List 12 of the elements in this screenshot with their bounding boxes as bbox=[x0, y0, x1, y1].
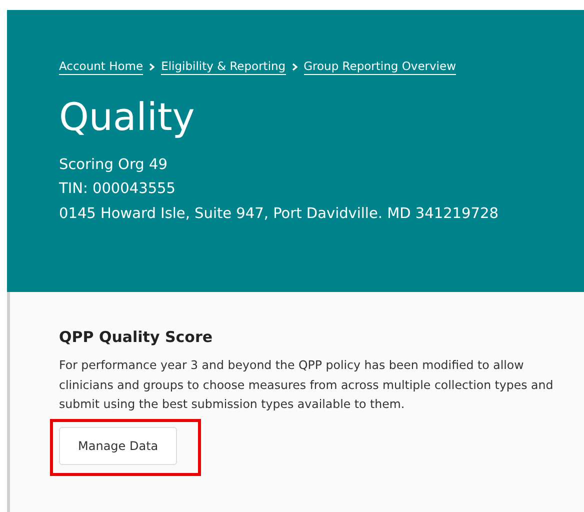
org-detail: TIN: 000043555 bbox=[59, 180, 177, 200]
chevron-icon bbox=[292, 63, 298, 71]
page-title: Quality bbox=[59, 97, 196, 139]
org-detail: 0145 Howard Isle, Suite 947, Port Davidville. MD 341219728 bbox=[59, 204, 500, 224]
chevron-icon bbox=[149, 63, 156, 71]
breadcrumb-link[interactable]: Eligibility & Reporting bbox=[161, 59, 286, 75]
manage-data-button[interactable]: Manage Data bbox=[59, 426, 178, 464]
breadcrumb-link[interactable]: Group Reporting Overview bbox=[304, 59, 456, 75]
breadcrumb-link[interactable]: Account Home bbox=[59, 59, 144, 75]
section-description: For performance year 3 and beyond the QPP policy has been modified to allow clinicians and groups to choose measures from across multiple collection types and submit using the best submission types available to them. bbox=[59, 357, 554, 413]
section-heading: QPP Quality Score bbox=[59, 328, 214, 346]
org-detail: Scoring Org 49 bbox=[59, 156, 168, 175]
